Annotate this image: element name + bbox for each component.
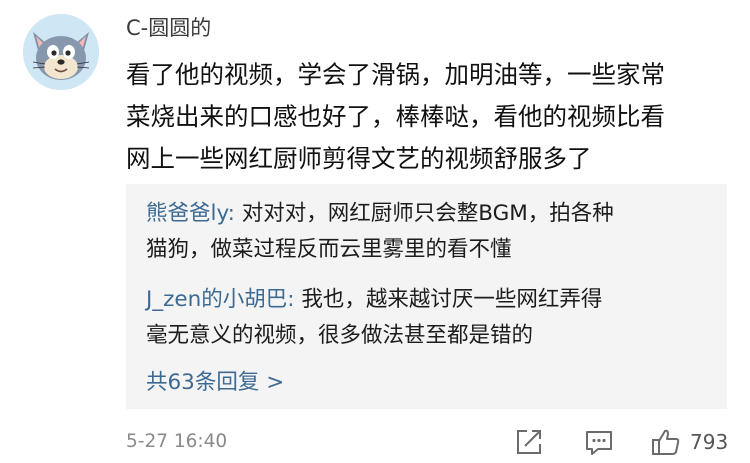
reply-button[interactable] xyxy=(583,426,615,458)
replies-panel: 熊爸爸ly: 对对对，网红厨师只会整BGM，拍各种 猫狗，做菜过程反而云里雾里的… xyxy=(126,184,727,409)
reply-text: 猫狗，做菜过程反而云里雾里的看不懂 xyxy=(146,237,512,262)
reply-author[interactable]: J_zen的小胡巴: xyxy=(146,287,294,312)
share-icon xyxy=(517,430,541,454)
reply-text: 我也，越来越讨厌一些网红弄得 xyxy=(294,287,603,312)
like-button[interactable]: 793 xyxy=(650,426,728,458)
reply-line: J_zen的小胡巴: 我也，越来越讨厌一些网红弄得 xyxy=(146,282,716,318)
reply-author[interactable]: 熊爸爸ly: xyxy=(146,201,235,226)
reply-text: 对对对，网红厨师只会整BGM，拍各种 xyxy=(234,201,614,226)
thumbs-up-icon xyxy=(652,429,680,455)
comment-card: C-圆圆的 看了他的视频，学会了滑锅，加明油等，一些家常 菜烧出来的口感也好了，… xyxy=(0,0,750,463)
tom-cat-avatar-icon xyxy=(23,14,99,90)
comment-body-line: 网上一些网红厨师剪得文艺的视频舒服多了 xyxy=(126,144,592,173)
reply-item[interactable]: J_zen的小胡巴: 我也，越来越讨厌一些网红弄得 毫无意义的视频，很多做法甚至… xyxy=(146,282,716,354)
comment-icon xyxy=(586,431,612,455)
like-count: 793 xyxy=(690,430,729,454)
share-button[interactable] xyxy=(513,426,545,458)
comment-body-line: 看了他的视频，学会了滑锅，加明油等，一些家常 xyxy=(126,60,665,89)
avatar[interactable] xyxy=(23,14,99,90)
comment-body: 看了他的视频，学会了滑锅，加明油等，一些家常 菜烧出来的口感也好了，棒棒哒，看他… xyxy=(126,54,726,180)
reply-item[interactable]: 熊爸爸ly: 对对对，网红厨师只会整BGM，拍各种 猫狗，做菜过程反而云里雾里的… xyxy=(146,196,716,268)
comment-body-line: 菜烧出来的口感也好了，棒棒哒，看他的视频比看 xyxy=(126,102,665,131)
username[interactable]: C-圆圆的 xyxy=(126,14,211,42)
reply-line: 熊爸爸ly: 对对对，网红厨师只会整BGM，拍各种 xyxy=(146,196,716,232)
reply-text: 毫无意义的视频，很多做法甚至都是错的 xyxy=(146,323,534,348)
comment-timestamp: 5-27 16:40 xyxy=(126,431,228,452)
view-all-replies-link[interactable]: 共63条回复 > xyxy=(146,368,284,398)
